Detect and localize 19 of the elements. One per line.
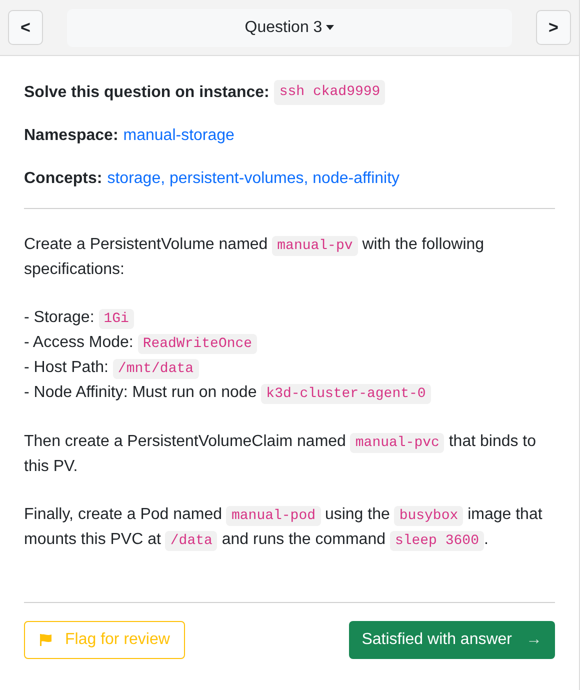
description-text: - Node Affinity: Must run on node k3d-cluster-agent-0: [24, 381, 555, 406]
question-dropdown[interactable]: Question 3: [67, 8, 512, 46]
field-label: Concepts:: [24, 169, 102, 189]
instance-command: ssh ckad9999: [274, 80, 386, 105]
description-text: Then create a PersistentVolumeClaim named manual-pvc that binds to this PV.: [24, 432, 538, 477]
description-text: - Host Path: /mnt/data: [24, 356, 555, 381]
field-label: Solve this question on instance:: [24, 82, 270, 102]
satisfied-button[interactable]: Satisfied with answer →: [348, 621, 555, 659]
field-link[interactable]: manual-storage: [123, 124, 234, 148]
field-label: Namespace:: [24, 126, 118, 146]
description-text: Create a PersistentVolume named manual-pv with the following specifications:: [24, 235, 486, 280]
description-text: - Storage: 1Gi: [24, 306, 555, 331]
previous-button[interactable]: <: [8, 10, 43, 45]
flag-icon: [39, 633, 53, 647]
next-button[interactable]: >: [536, 10, 571, 45]
description-text: - Access Mode: ReadWriteOnce: [24, 331, 555, 356]
description-text: Finally, create a Pod named manual-pod using the busybox image that mounts this PVC at /data and runs the command sleep 3600 .: [24, 505, 544, 553]
field-link[interactable]: storage, persistent-volumes, node-affinity: [107, 167, 400, 191]
caret-icon: [326, 25, 334, 30]
